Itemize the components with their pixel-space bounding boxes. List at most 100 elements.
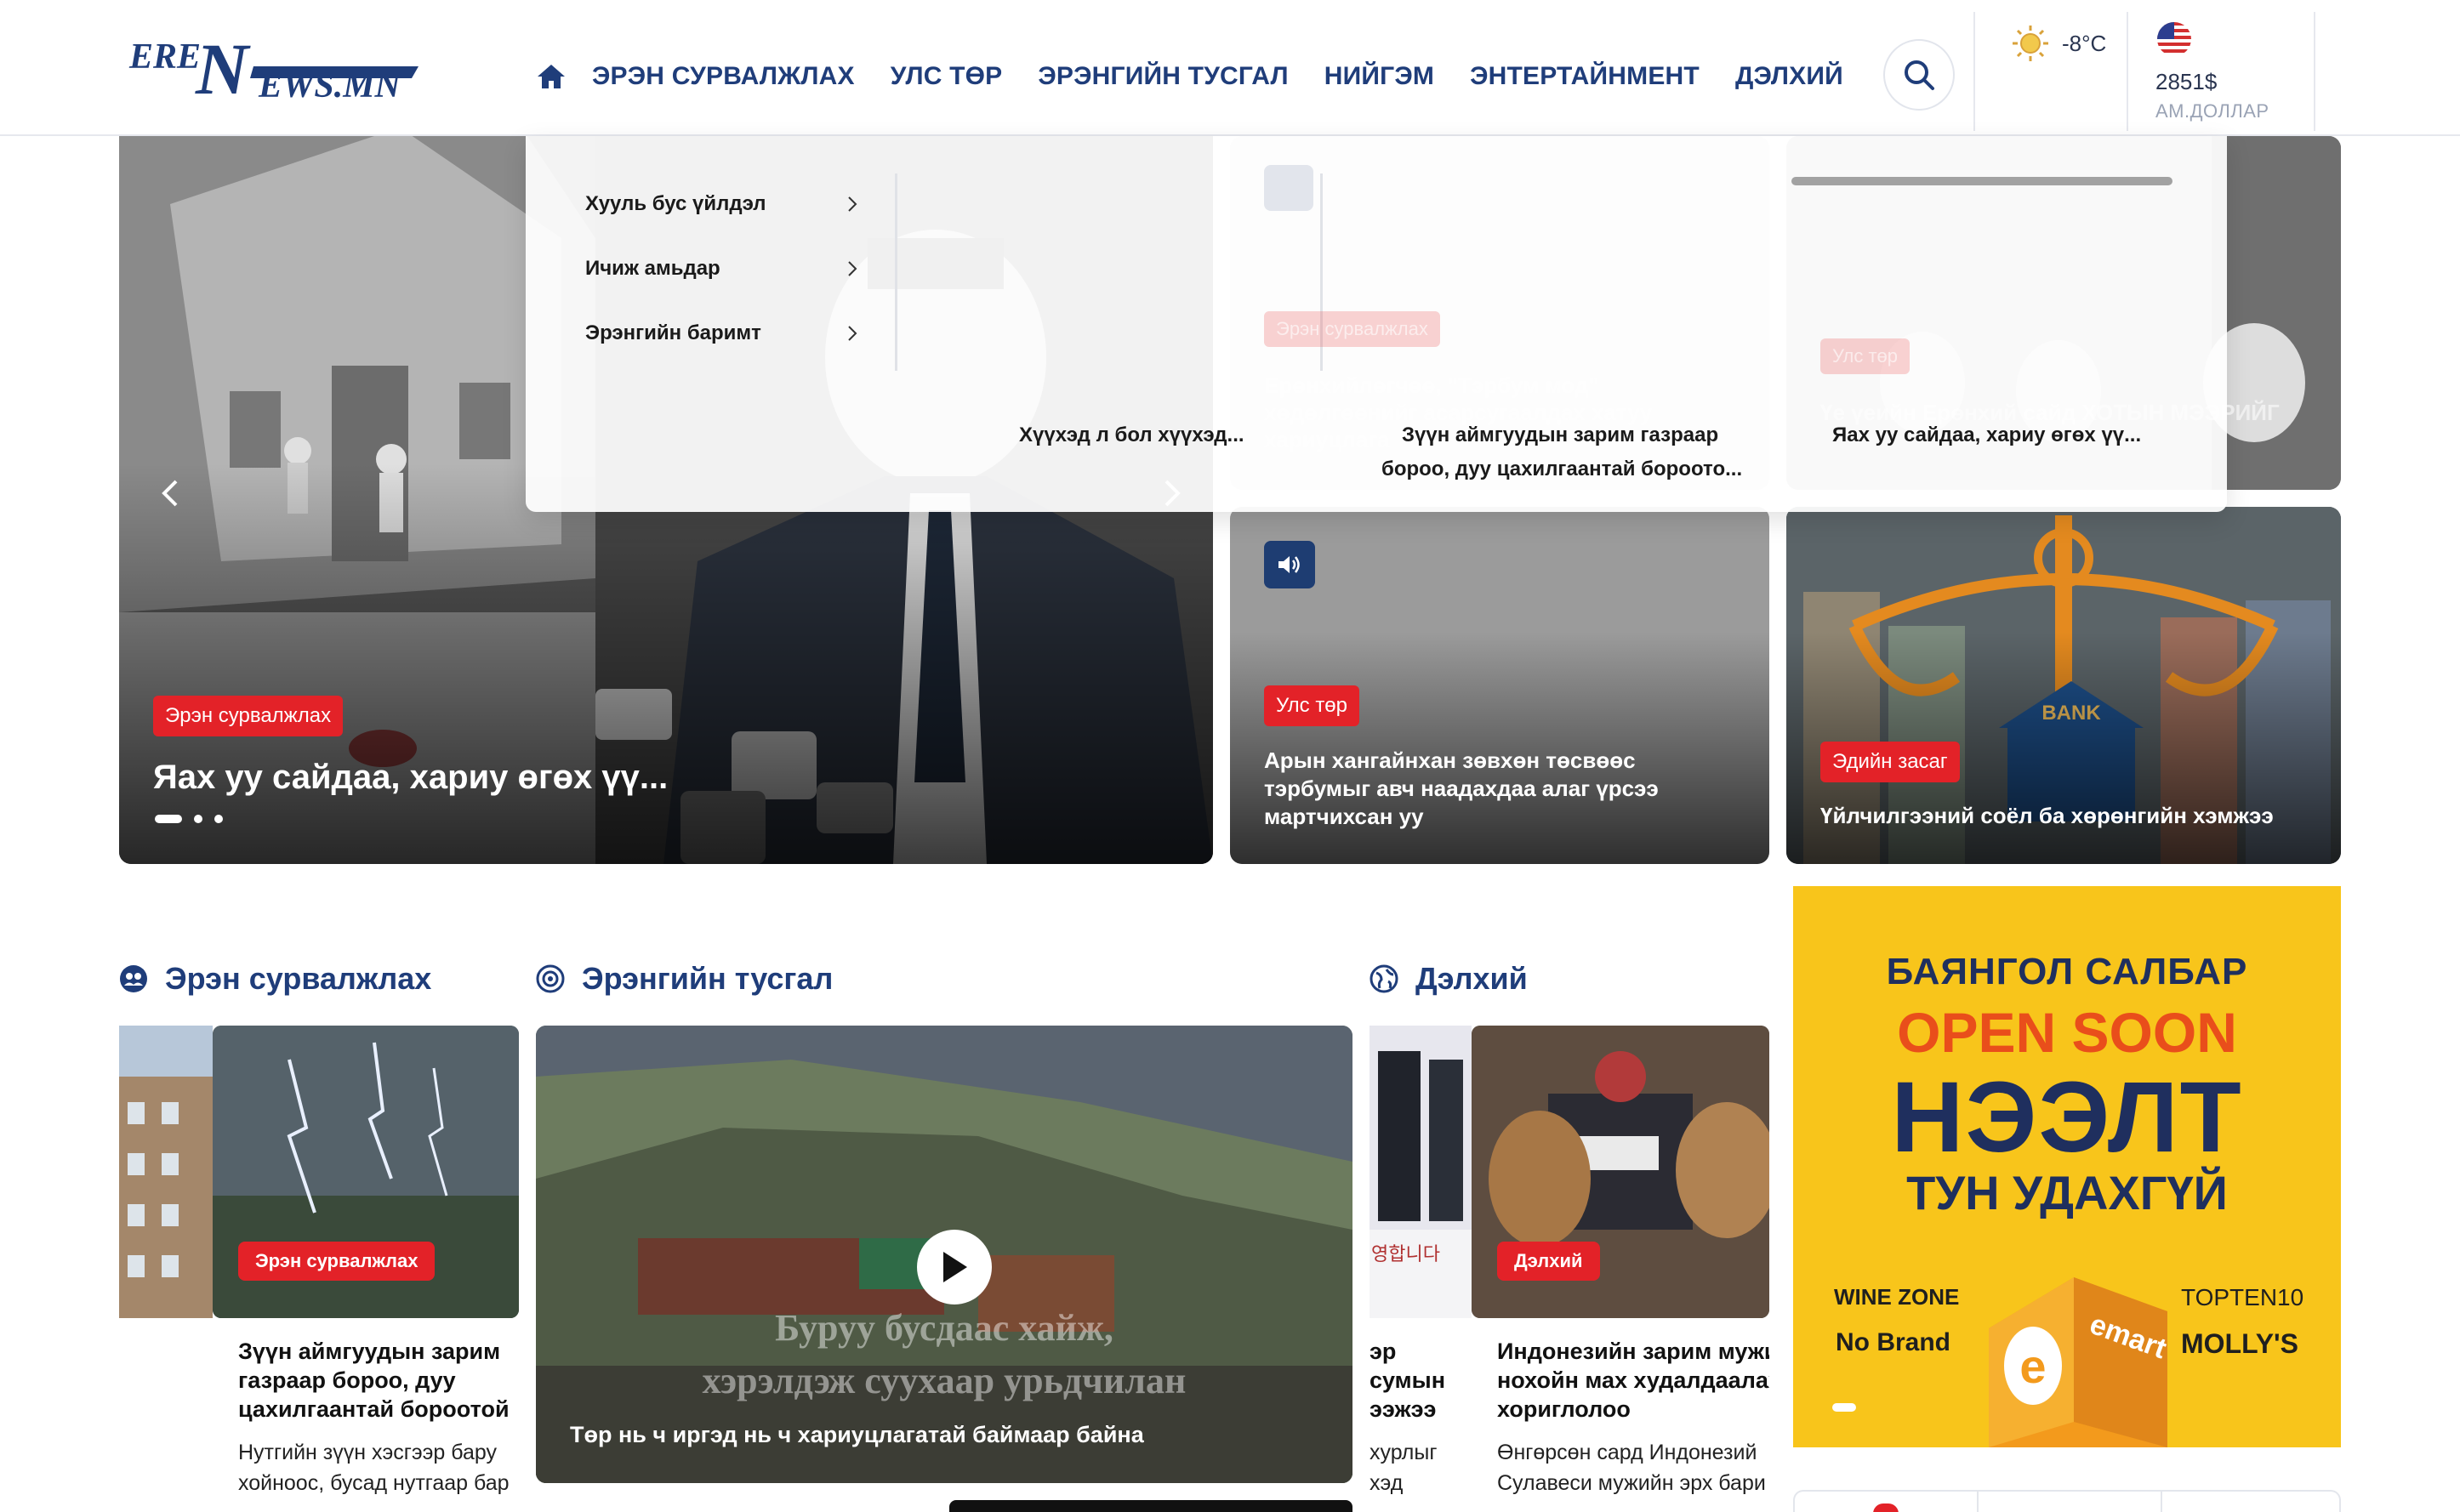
dropdown-item-label: Ичиж амьдар (585, 257, 720, 280)
ad-opening-text: НЭЭЛТ (1891, 1061, 2243, 1174)
section-title-erengiin-tusgal[interactable]: Эрэнгийн тусгал (536, 961, 833, 997)
news-headline[interactable]: Зүүн аймгуудын зарим газраар бороо, дуу … (238, 1337, 510, 1424)
svg-text:ERE: ERE (128, 37, 201, 77)
main-nav: ЭРЭН СУРВАЛЖЛАХ УЛС ТӨР ЭРЭНГИЙН ТУСГАЛ … (527, 51, 1879, 102)
globe-icon (1370, 964, 1398, 993)
press-photo: 영합니다 (1370, 1026, 1472, 1318)
headline-line: цахилгаантай бороотой (238, 1396, 510, 1422)
ad-banner-emart[interactable]: БАЯНГОЛ САЛБАР OPEN SOON НЭЭЛТ ТУН УДАХГ… (1793, 886, 2341, 1447)
widget-divider (2161, 1492, 2162, 1512)
featured-video[interactable]: Буруу бусдаас хайж, хэрэлдэж суухаар урь… (536, 1026, 1352, 1483)
dropdown-separator (895, 173, 897, 371)
fragment-line: ээжээ (1370, 1396, 1437, 1422)
news-excerpt: Өнгөрсөн сард Индонезий Сулавеси мужийн … (1497, 1437, 1769, 1498)
video-overlay-caption: Буруу бусдаас хайж, (775, 1307, 1113, 1349)
speaker-icon (1278, 556, 1300, 573)
svg-text:N: N (195, 28, 251, 110)
header-divider (1973, 12, 1975, 131)
fragment-line: сумын (1370, 1367, 1446, 1393)
headline-line: Индонезийн зарим мужи (1497, 1339, 1769, 1364)
slider-dot[interactable] (194, 815, 202, 823)
excerpt-line: Өнгөрсөн сард Индонезий (1497, 1441, 1757, 1464)
news-headline[interactable]: Индонезийн зарим мужи нохойн мах худалда… (1497, 1337, 1769, 1424)
headline-line: хориглолоо (1497, 1396, 1631, 1422)
widget-icon (1873, 1503, 1899, 1512)
slider-prev-button[interactable] (153, 468, 187, 519)
section-title-text: Дэлхий (1415, 961, 1528, 996)
video-title[interactable]: Төр нь ч иргэд нь ч хариуцлагатай баймаа… (570, 1422, 1144, 1448)
slider-dot[interactable] (214, 815, 223, 823)
video-play-button[interactable] (917, 1230, 992, 1305)
section-title-text: Эрэн сурвалжлах (165, 961, 432, 996)
dropdown-caption[interactable]: Хүүхэд л бол хүүхэд... (1019, 423, 1244, 447)
slider-dot-active[interactable] (155, 815, 182, 823)
news-thumb-dogs[interactable]: Дэлхий (1472, 1026, 1769, 1318)
ad-slider-dot[interactable] (1832, 1403, 1856, 1412)
currency-name: АМ.ДОЛЛАР (2155, 100, 2269, 122)
audio-button-faded (1264, 165, 1313, 211)
section-title-delkhii[interactable]: Дэлхий (1370, 961, 1528, 997)
mega-menu-dropdown: Хууль бус үйлдэл Ичиж амьдар Эрэнгийн ба… (526, 136, 2280, 512)
card-title[interactable]: Арын хангайнхан зөвхөн төсвөөс тэрбумыг … (1264, 747, 1659, 831)
fragment-line: эр (1370, 1339, 1397, 1364)
nav-item-uls-tor[interactable]: УЛС ТӨР (891, 62, 1003, 91)
chevron-left-icon (162, 480, 178, 507)
carousel-prev-thumb[interactable]: 영합니다 (1370, 1026, 1472, 1318)
video-overlay-caption: хэрэлдэж суухаар урьдчилан (702, 1360, 1187, 1401)
dropdown-item-ichij-amidar[interactable]: Ичиж амьдар (585, 257, 857, 281)
weather-temp: -8°C (2062, 30, 2107, 56)
dropdown-item-label: Эрэнгийн баримт (585, 321, 761, 344)
slider-dots (155, 815, 235, 823)
next-video-preview[interactable] (949, 1500, 1352, 1512)
ad-coming-soon-text: ТУН УДАХГҮЙ (1906, 1166, 2228, 1219)
svg-text:e: e (2019, 1339, 2046, 1393)
search-button[interactable] (1883, 39, 1955, 111)
excerpt-line: Нутгийн зүүн хэсгээр бару (238, 1441, 498, 1464)
dropdown-caption[interactable]: бороо, дуу цахилгаантай бороото... (1381, 458, 1742, 481)
currency-widget: 2851$ АМ.ДОЛЛАР (2155, 20, 2269, 122)
news-category-badge[interactable]: Эрэн сурвалжлах (238, 1242, 436, 1281)
svg-text:영합니다: 영합니다 (1371, 1244, 1440, 1265)
card-category-badge[interactable]: Улс төр (1264, 685, 1359, 726)
prev-excerpt-fragment: хурлыг хэд (1370, 1437, 1463, 1498)
ad-brand-mollys: MOLLY'S (2181, 1328, 2298, 1359)
nav-item-niigem[interactable]: НИЙГЭМ (1324, 62, 1434, 91)
fragment-line: хэд (1370, 1471, 1404, 1495)
ad-brand-wine-zone: WINE ZONE (1834, 1284, 1960, 1310)
excerpt-line: хойноос, бусад нутгаар бар (238, 1471, 510, 1495)
people-icon (120, 965, 147, 992)
us-flag-icon (2157, 22, 2191, 56)
audio-button[interactable] (1264, 541, 1315, 588)
ad-branch-text: БАЯНГОЛ САЛБАР (1886, 951, 2248, 992)
next-widget-panel (1793, 1490, 2341, 1512)
dropdown-thumb-bar (1791, 177, 2172, 185)
section-title-eren-survaljlah[interactable]: Эрэн сурвалжлах (119, 961, 431, 997)
nav-item-entertainment[interactable]: ЭНТЕРТАЙНМЕНТ (1470, 62, 1700, 91)
news-category-badge[interactable]: Дэлхий (1497, 1242, 1600, 1281)
dropdown-caption[interactable]: Зүүн аймгуудын зарим газраар (1402, 423, 1718, 447)
ad-open-soon-text: OPEN SOON (1897, 1001, 2237, 1064)
nav-item-eren-survaljlah[interactable]: ЭРЭН СУРВАЛЖЛАХ (592, 62, 855, 91)
dropdown-caption[interactable]: Яах уу сайдаа, хариу өгөх үү... (1832, 423, 2141, 447)
hero-card-right[interactable]: BANK Эдийн засаг Үйлчилгээний соёл ба хө… (1786, 507, 2341, 864)
card-title[interactable]: Үйлчилгээний соёл ба хөрөнгийн хэмжээ (1820, 803, 2274, 829)
dropdown-item-erengiin-barimt[interactable]: Эрэнгийн баримт (585, 321, 857, 345)
hero-card-mid[interactable]: Улс төр Арын хангайнхан зөвхөн төсвөөс т… (1230, 507, 1769, 864)
ad-brand-no-brand: No Brand (1836, 1328, 1950, 1356)
sun-icon (2013, 26, 2048, 61)
weather-widget: -8°C (2011, 24, 2106, 63)
news-thumb-storm[interactable]: Эрэн сурвалжлах (213, 1026, 519, 1318)
card-category-badge[interactable]: Эдийн засаг (1820, 742, 1960, 782)
nav-item-delkhii[interactable]: ДЭЛХИЙ (1735, 62, 1843, 91)
site-logo[interactable]: ERE N EWS.MN (126, 27, 432, 112)
site-header: ERE N EWS.MN ЭРЭН СУРВАЛЖЛАХ УЛС ТӨР ЭРЭ… (0, 0, 2460, 136)
hero-title[interactable]: Яах уу сайдаа, хариу өгөх үү... (153, 759, 668, 797)
card-title-line: мартчихсан уу (1264, 804, 1424, 829)
faded-card-title: Ерөнхийлөгчөө, "Тэрбум мод" (1264, 372, 1599, 398)
carousel-prev-thumb[interactable] (119, 1026, 213, 1318)
hero-category-badge[interactable]: Эрэн сурвалжлах (153, 696, 344, 736)
dropdown-item-huul-bus[interactable]: Хууль бус үйлдэл (585, 192, 857, 216)
home-icon[interactable] (527, 51, 575, 102)
nav-item-erengiin-tusgal[interactable]: ЭРЭНГИЙН ТУСГАЛ (1038, 62, 1288, 91)
dropdown-item-label: Хууль бус үйлдэл (585, 192, 766, 215)
